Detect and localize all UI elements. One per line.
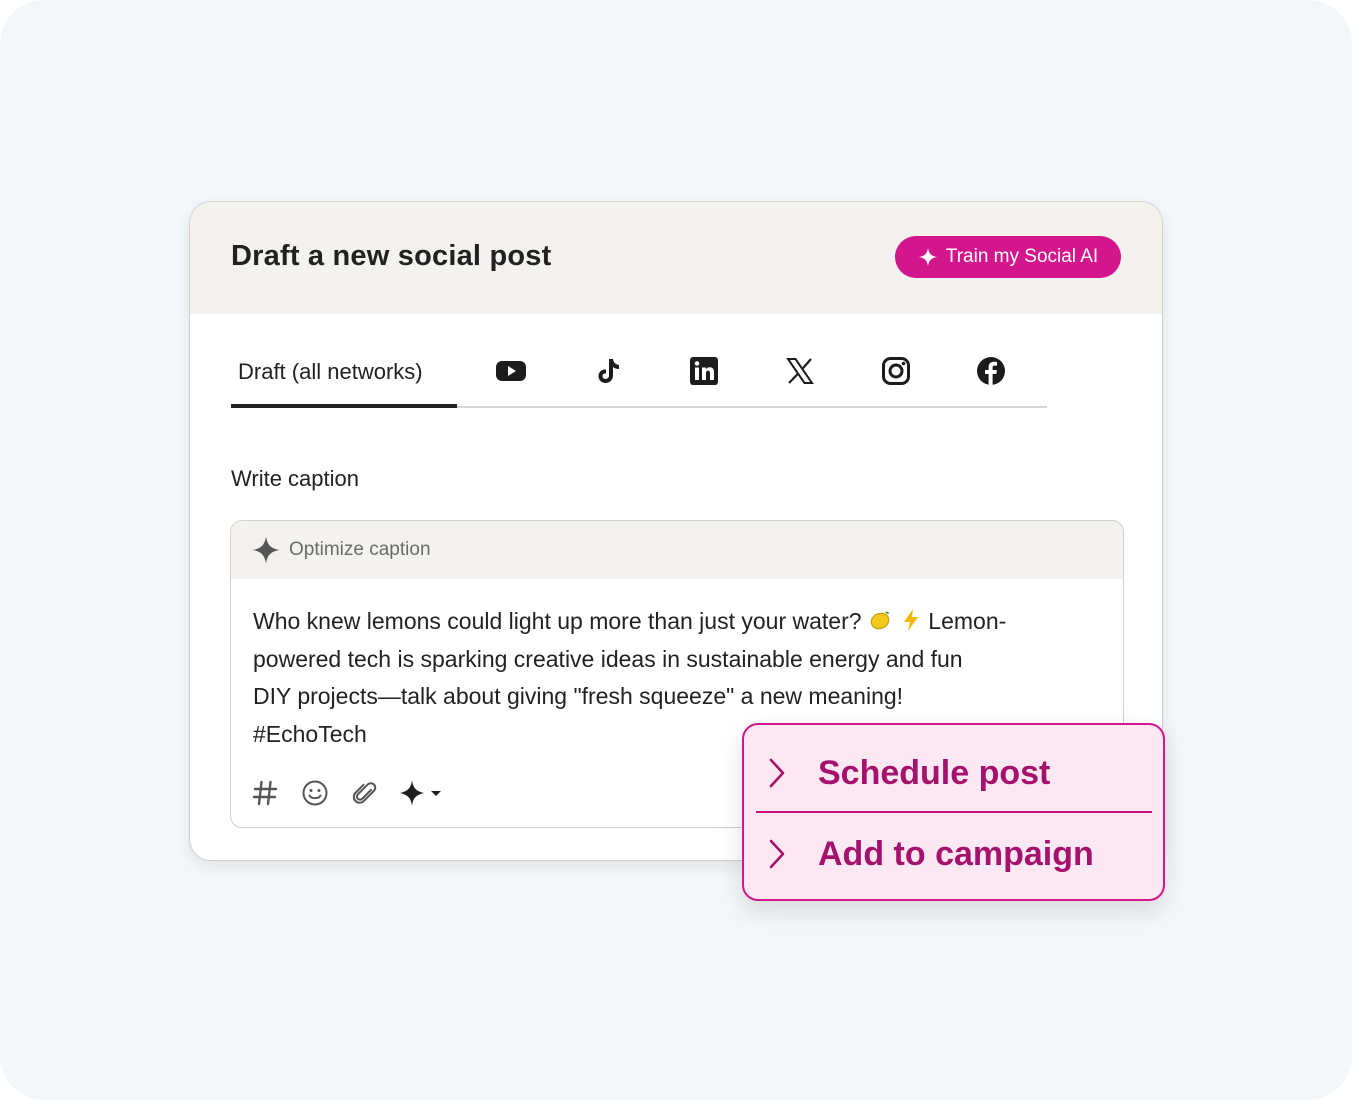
- add-to-campaign-label: Add to campaign: [818, 834, 1094, 873]
- schedule-post-button[interactable]: Schedule post: [756, 733, 1152, 813]
- attach-icon: [352, 782, 377, 804]
- ai-assist-icon: [400, 780, 441, 806]
- caption-text-line1-end: Lemon-: [921, 608, 1007, 634]
- caption-toolbar: [249, 775, 461, 811]
- tab-label: Draft (all networks): [238, 359, 423, 384]
- train-button-label: Train my Social AI: [945, 246, 1099, 267]
- tab-x[interactable]: [783, 354, 817, 388]
- schedule-post-label: Schedule post: [818, 753, 1051, 792]
- menu-divider: [756, 811, 1152, 813]
- caption-text-line1: Who knew lemons could light up more than…: [253, 608, 868, 634]
- lemon-emoji-icon: [870, 611, 890, 630]
- train-social-ai-button[interactable]: Train my Social AI: [895, 236, 1121, 278]
- tiktok-icon: [598, 359, 619, 383]
- hashtag-button[interactable]: [249, 777, 281, 809]
- facebook-icon: [977, 357, 1005, 385]
- x-icon: [786, 358, 814, 384]
- write-caption-label: Write caption: [231, 466, 359, 491]
- tab-tiktok[interactable]: [591, 354, 625, 388]
- lightning-emoji-icon: [903, 609, 918, 631]
- sparkle-icon: [918, 247, 937, 267]
- add-to-campaign-button[interactable]: Add to campaign: [756, 814, 1152, 894]
- emoji-icon: [302, 780, 328, 806]
- post-actions-menu: Schedule post Add to campaign: [742, 723, 1165, 901]
- card-header: Draft a new social post Train my Social …: [190, 202, 1162, 314]
- optimize-caption-button[interactable]: Optimize caption: [251, 535, 431, 565]
- linkedin-icon: [690, 357, 718, 385]
- chevron-right-icon: [769, 839, 785, 869]
- tab-draft-all-networks[interactable]: Draft (all networks): [231, 352, 457, 408]
- ai-assist-dropdown[interactable]: [399, 777, 443, 809]
- tab-youtube[interactable]: [494, 354, 528, 388]
- youtube-icon: [496, 361, 526, 381]
- emoji-button[interactable]: [299, 777, 331, 809]
- active-tab-indicator: [231, 404, 457, 408]
- tab-facebook[interactable]: [974, 354, 1008, 388]
- editor-header: Optimize caption: [231, 521, 1123, 579]
- sparkle-icon: [252, 536, 280, 564]
- attach-button[interactable]: [349, 777, 381, 809]
- tab-instagram[interactable]: [879, 354, 913, 388]
- instagram-icon: [882, 357, 910, 385]
- page-title: Draft a new social post: [231, 240, 552, 272]
- network-tabs: Draft (all networks): [231, 352, 1047, 408]
- optimize-caption-label: Optimize caption: [289, 539, 431, 560]
- tab-linkedin[interactable]: [687, 354, 721, 388]
- hashtag-icon: [252, 780, 278, 806]
- chevron-right-icon: [769, 758, 785, 788]
